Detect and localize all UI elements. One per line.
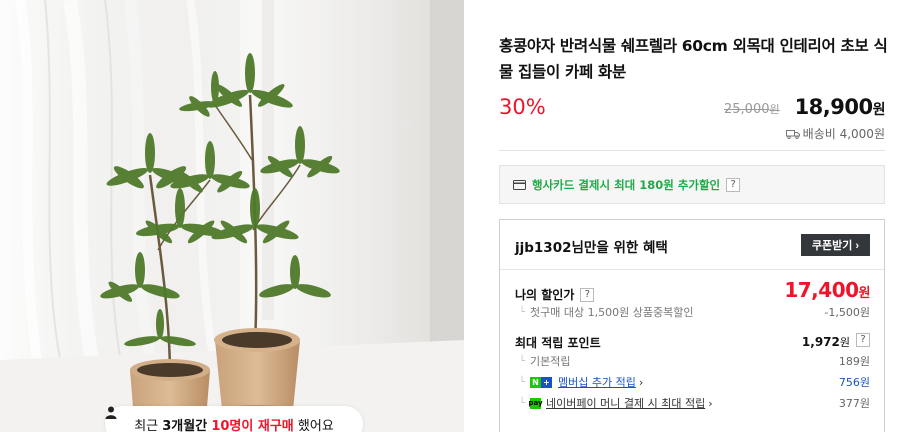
max-point-help-button[interactable]: ? xyxy=(856,333,870,347)
shipping-fee: 배송비 4,000원 xyxy=(802,127,885,141)
sale-price-unit: 원 xyxy=(872,102,886,118)
original-price-unit: 원 xyxy=(769,103,780,116)
max-point-unit: 원 xyxy=(839,336,850,349)
first-purchase-row: └ 첫구매 대상 1,500원 상품중복할인 xyxy=(519,304,693,320)
npay-point-link[interactable]: 네이버페이 머니 결제 시 최대 적립 xyxy=(546,395,705,411)
npay-point-amount: 377원 xyxy=(838,397,870,410)
my-discount-label-row: 나의 할인가 ? xyxy=(515,286,595,303)
basic-point-label: 기본적립 xyxy=(530,355,571,368)
coupon-download-button[interactable]: 쿠폰받기 › xyxy=(801,234,870,256)
card-promotion-help-button[interactable]: ? xyxy=(726,177,741,192)
npay-point-row[interactable]: └ pay 네이버페이 머니 결제 시 최대 적립 › xyxy=(519,395,713,411)
repurchase-count: 10명이 재구매 xyxy=(211,418,294,432)
person-icon xyxy=(105,406,117,419)
max-point-label: 최대 적립 포인트 xyxy=(515,336,601,350)
basic-point-row: └ 기본적립 xyxy=(519,353,571,369)
repurchase-suffix: 했어요 xyxy=(297,418,334,432)
price-divider xyxy=(499,150,885,151)
sale-price: 18,900원 xyxy=(794,95,886,119)
membership-point-amount: 756원 xyxy=(838,376,870,389)
branch-marker: └ xyxy=(519,355,526,367)
my-discount-unit: 원 xyxy=(858,286,871,301)
first-purchase-label: 첫구매 대상 1,500원 상품중복할인 xyxy=(530,306,694,319)
plant-photo xyxy=(0,0,464,432)
branch-marker: └ xyxy=(519,397,526,409)
my-discount-price: 17,400원 xyxy=(784,278,870,302)
card-promotion[interactable]: 행사카드 결제시 최대 180원 추가할인 ? xyxy=(499,165,885,204)
max-point-amount: 1,972원 xyxy=(802,334,850,350)
sale-price-value: 18,900 xyxy=(794,95,874,119)
max-point-value: 1,972 xyxy=(801,335,840,349)
repurchase-badge: 최근 3개월간 10명이 재구매 했어요 xyxy=(105,406,363,432)
naver-plus-icon: N + xyxy=(530,376,554,388)
repurchase-period: 3개월간 xyxy=(162,418,208,432)
benefit-panel: jjb1302님만을 위한 혜택 쿠폰받기 › 나의 할인가 ? 17,400원… xyxy=(499,219,885,432)
original-price-value: 25,000 xyxy=(724,102,770,117)
original-price: 25,000원 xyxy=(724,101,780,117)
benefit-divider xyxy=(500,269,884,270)
naver-pay-icon: pay xyxy=(528,397,543,409)
chevron-right-icon: › xyxy=(708,396,713,410)
card-promotion-text: 행사카드 결제시 최대 180원 추가할인 xyxy=(532,177,721,192)
basic-point-amount: 189원 xyxy=(838,355,870,368)
shipping-info: 배송비 4,000원 xyxy=(785,125,885,142)
benefit-heading: jjb1302님만을 위한 혜택 xyxy=(515,240,668,256)
truck-icon xyxy=(785,129,800,139)
card-icon xyxy=(513,179,526,190)
discount-rate: 30% xyxy=(499,95,546,119)
repurchase-prefix: 최근 xyxy=(134,418,159,432)
my-discount-label: 나의 할인가 xyxy=(515,288,575,302)
membership-point-link[interactable]: 멤버십 추가 적립 xyxy=(558,374,636,390)
branch-marker: └ xyxy=(519,376,526,388)
branch-marker: └ xyxy=(519,306,526,318)
my-discount-value: 17,400 xyxy=(784,278,859,302)
product-image[interactable]: 최근 3개월간 10명이 재구매 했어요 xyxy=(0,0,464,432)
first-purchase-amount: -1,500원 xyxy=(824,306,870,319)
product-title: 홍콩야자 반려식물 쉐프렐라 60cm 외목대 인테리어 초보 식물 집들이 카… xyxy=(499,37,888,81)
chevron-right-icon: › xyxy=(638,375,644,389)
my-discount-help-button[interactable]: ? xyxy=(580,287,595,302)
membership-point-row[interactable]: └ N + 멤버십 추가 적립 › xyxy=(519,374,643,390)
